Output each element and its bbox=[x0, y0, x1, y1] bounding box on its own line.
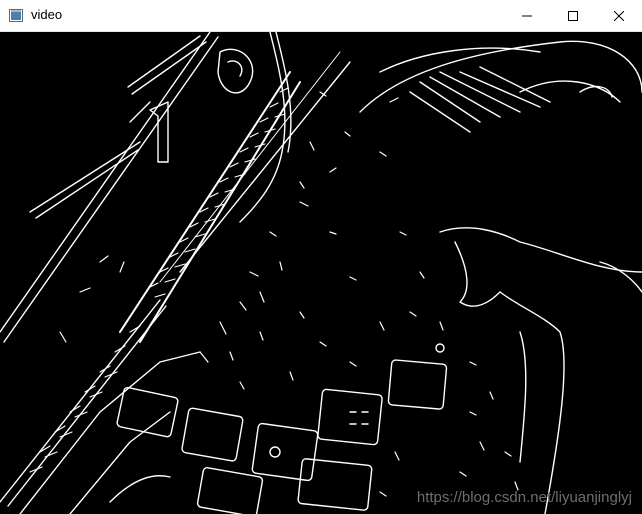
minimize-button[interactable] bbox=[504, 0, 550, 32]
watermark-text: https://blog.csdn.net/liyuanjinglyj bbox=[416, 489, 632, 506]
title-bar[interactable]: video bbox=[0, 0, 642, 32]
maximize-icon bbox=[568, 11, 578, 21]
video-window: video https://blog.csdn.net/liyuanjingly… bbox=[0, 0, 642, 514]
app-window-icon bbox=[9, 9, 23, 22]
maximize-button[interactable] bbox=[550, 0, 596, 32]
window-title: video bbox=[31, 7, 63, 22]
close-icon bbox=[614, 11, 624, 21]
video-frame: https://blog.csdn.net/liyuanjinglyj bbox=[0, 32, 642, 514]
edge-detected-keyboard-image bbox=[0, 32, 642, 514]
close-button[interactable] bbox=[596, 0, 642, 32]
minimize-icon bbox=[522, 15, 532, 17]
